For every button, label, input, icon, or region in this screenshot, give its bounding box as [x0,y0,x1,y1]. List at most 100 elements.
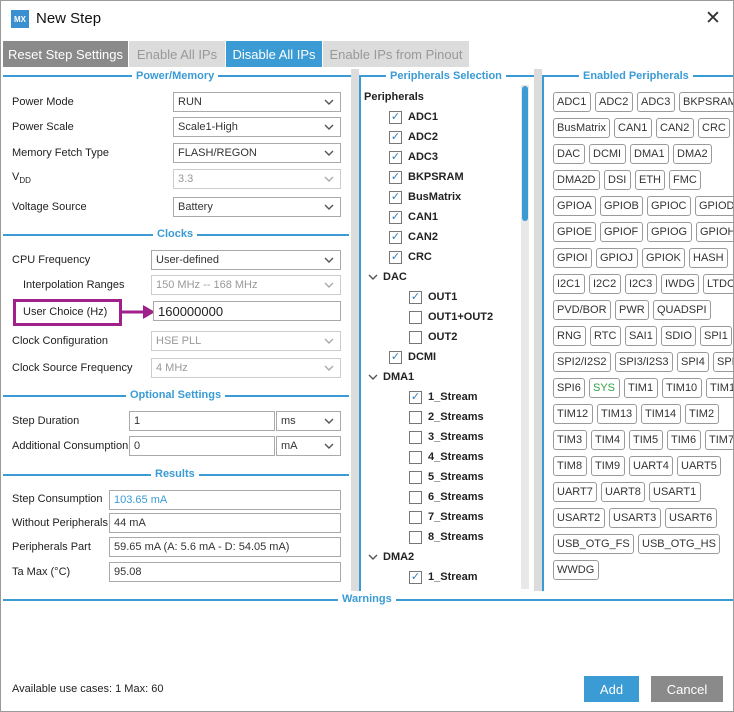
checkbox-unchecked[interactable] [409,330,422,344]
checkbox-checked[interactable]: ✓ [389,250,402,264]
reset-step-settings-button[interactable]: Reset Step Settings [3,41,128,67]
enabled-peripheral-chip: SDIO [661,326,696,346]
enabled-peripheral-chip: HASH [689,248,728,268]
chevron-down-icon[interactable] [367,371,379,383]
tree-group-dma2[interactable]: DMA2 [367,547,414,567]
cpu-frequency-select[interactable]: User-defined [151,250,341,270]
enable-all-ips-button[interactable]: Enable All IPs [129,41,225,67]
tree-item[interactable]: ✓ DCMI [389,347,436,367]
checkbox-unchecked[interactable] [409,410,422,424]
chevron-down-icon[interactable] [367,551,379,563]
enabled-peripheral-chip: UART5 [677,456,721,476]
checkbox-checked[interactable]: ✓ [389,170,402,184]
checkbox-unchecked[interactable] [409,430,422,444]
checkbox-checked[interactable]: ✓ [389,350,402,364]
checkbox-checked[interactable]: ✓ [389,210,402,224]
tree-group-label: DMA1 [383,371,415,383]
enabled-peripheral-chip: SPI6 [553,378,585,398]
enable-ips-from-pinout-button[interactable]: Enable IPs from Pinout [323,41,469,67]
checkbox-checked[interactable]: ✓ [409,570,422,584]
tree-item[interactable]: ✓ BusMatrix [389,187,461,207]
step-duration-input[interactable]: 1 [129,411,275,431]
memory-fetch-select[interactable]: FLASH/REGON [173,143,341,163]
enabled-peripheral-chip: BusMatrix [553,118,610,138]
checkbox-unchecked[interactable] [409,530,422,544]
tree-item[interactable]: ✓ BKPSRAM [389,167,464,187]
peripherals-part-label: Peripherals Part [12,541,91,553]
peripherals-scrollbar-thumb[interactable] [522,86,528,221]
step-consumption-label: Step Consumption [12,493,103,505]
clock-configuration-label: Clock Configuration [12,335,108,347]
tree-item-label: BusMatrix [408,191,462,203]
tree-item[interactable]: ✓ OUT1 [409,287,457,307]
tree-item-label: 8_Streams [428,531,484,543]
tree-group-label: DMA2 [383,551,415,563]
enabled-peripheral-chip: DMA1 [630,144,669,164]
additional-consumption-input[interactable]: 0 [129,436,275,456]
disable-all-ips-button[interactable]: Disable All IPs [226,41,322,67]
tree-item[interactable]: ✓ CAN1 [389,207,438,227]
checkbox-unchecked[interactable] [409,470,422,484]
checkbox-checked[interactable]: ✓ [409,390,422,404]
enabled-peripheral-chip: CAN2 [656,118,694,138]
tree-item[interactable]: ✓ ADC1 [389,107,438,127]
tree-item[interactable]: ✓ CRC [389,247,432,267]
power-scale-select[interactable]: Scale1-High [173,117,341,137]
enabled-peripheral-chip: ETH [635,170,665,190]
checkbox-checked[interactable]: ✓ [389,110,402,124]
tree-item[interactable]: 5_Streams [409,467,484,487]
chevron-down-icon [324,282,334,288]
cancel-button[interactable]: Cancel [651,676,723,702]
tree-group-dma1[interactable]: DMA1 [367,367,414,387]
tree-item[interactable]: OUT1+OUT2 [409,307,493,327]
checkbox-unchecked[interactable] [409,450,422,464]
tree-item[interactable]: 4_Streams [409,447,484,467]
tree-item[interactable]: 8_Streams [409,527,484,547]
chevron-down-icon [324,99,334,105]
clock-source-frequency-select: 4 MHz [151,358,341,378]
chevron-down-icon [324,176,334,182]
interpolation-ranges-label: Interpolation Ranges [23,279,125,291]
add-button[interactable]: Add [584,676,639,702]
enabled-peripheral-chip: USART3 [609,508,661,528]
enabled-peripheral-chip: BKPSRAM [679,92,733,112]
tree-item[interactable]: ✓ 1_Stream [409,567,478,587]
enabled-panel-border [542,76,544,591]
chevron-down-icon [324,204,334,210]
tree-item[interactable]: ✓ ADC3 [389,147,438,167]
tree-item[interactable]: ✓ CAN2 [389,227,438,247]
chevron-down-icon[interactable] [367,271,379,283]
tree-item[interactable]: 7_Streams [409,507,484,527]
enabled-peripheral-chip: USB_OTG_HS [638,534,720,554]
checkbox-checked[interactable]: ✓ [409,290,422,304]
tree-item-label: ADC2 [408,131,438,143]
peripherals-panel-border [359,76,361,591]
tree-group-dac[interactable]: DAC [367,267,407,287]
enabled-peripheral-chip: I2C3 [625,274,657,294]
power-mode-select[interactable]: RUN [173,92,341,112]
voltage-source-select[interactable]: Battery [173,197,341,217]
step-duration-unit-select[interactable]: ms [276,411,341,431]
tree-item[interactable]: 3_Streams [409,427,484,447]
new-step-dialog: MX New Step ✕ Reset Step Settings Enable… [0,0,734,712]
checkbox-checked[interactable]: ✓ [389,230,402,244]
checkbox-unchecked[interactable] [409,510,422,524]
tree-item[interactable]: 2_Streams [409,407,484,427]
chevron-down-icon [324,150,334,156]
tree-item[interactable]: 6_Streams [409,487,484,507]
section-clocks: Clocks [153,228,198,240]
right-column-divider [534,69,542,591]
additional-consumption-unit-select[interactable]: mA [276,436,341,456]
tree-item[interactable]: OUT2 [409,327,457,347]
checkbox-checked[interactable]: ✓ [389,190,402,204]
close-icon[interactable]: ✕ [701,7,725,31]
checkbox-unchecked[interactable] [409,490,422,504]
user-choice-input[interactable]: 160000000 [153,301,341,321]
checkbox-unchecked[interactable] [409,310,422,324]
checkbox-checked[interactable]: ✓ [389,130,402,144]
enabled-peripheral-chip: CAN1 [614,118,652,138]
enabled-peripheral-chip: RNG [553,326,586,346]
tree-item[interactable]: ✓ ADC2 [389,127,438,147]
tree-item[interactable]: ✓ 1_Stream [409,387,478,407]
checkbox-checked[interactable]: ✓ [389,150,402,164]
